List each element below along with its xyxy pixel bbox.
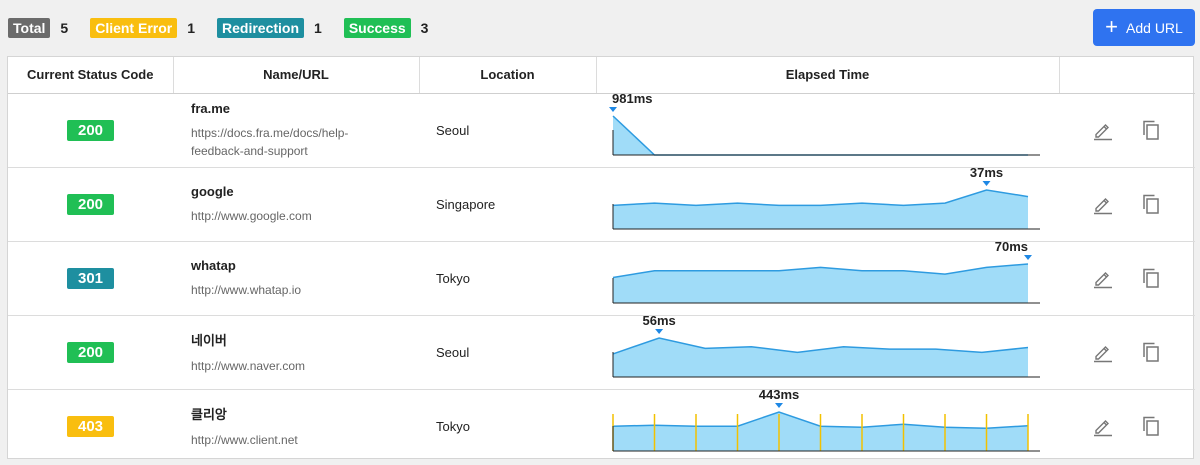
location-cell: Tokyo: [419, 241, 596, 316]
elapsed-area: [613, 263, 1028, 303]
status-code-badge: 403: [67, 415, 114, 437]
elapsed-time-cell: 37ms: [596, 167, 1059, 242]
peak-marker: [655, 328, 664, 334]
elapsed-line: [612, 114, 1028, 156]
actions-cell: [1059, 315, 1195, 390]
summary-count: 3: [420, 20, 429, 36]
copy-icon[interactable]: [1138, 117, 1164, 143]
peak-label: 37ms: [970, 168, 1003, 180]
header-name-url: Name/URL: [173, 57, 420, 94]
header-status-code: Current Status Code: [8, 57, 174, 94]
elapsed-time-chart: 37ms: [612, 168, 1040, 229]
table-row[interactable]: 200 google http://www.google.com Singapore 3…: [8, 167, 1195, 242]
elapsed-time-cell: 56ms: [596, 315, 1059, 390]
name-url-cell: whatap http://www.whatap.io: [173, 241, 419, 316]
copy-icon[interactable]: [1138, 339, 1164, 365]
copy-icon[interactable]: [1138, 265, 1164, 291]
elapsed-time-cell: 443ms: [596, 389, 1059, 463]
summary-badge-redirection: Redirection: [217, 18, 305, 38]
name-url-cell: google http://www.google.com: [173, 167, 419, 242]
location-cell: Singapore: [419, 167, 596, 242]
monitor-name: 네이버: [191, 332, 227, 348]
location-cell: Seoul: [419, 93, 596, 168]
add-url-label: Add URL: [1126, 19, 1183, 36]
elapsed-time-chart: 56ms: [612, 316, 1040, 377]
table-row[interactable]: 200 fra.me https://docs.fra.me/docs/help-f…: [8, 93, 1195, 168]
elapsed-time-cell: 70ms: [596, 241, 1059, 316]
header-actions: [1059, 57, 1195, 94]
monitor-url: http://www.client.net: [191, 432, 298, 447]
add-url-button[interactable]: + Add URL: [1093, 9, 1195, 46]
location-cell: Seoul: [419, 315, 596, 390]
edit-pencil-icon[interactable]: [1090, 117, 1116, 143]
table-header-row: Current Status Code Name/URL Location El…: [8, 57, 1195, 94]
table-row[interactable]: 200 네이버 http://www.naver.com Seoul 56ms: [8, 315, 1195, 390]
summary-badge-total: Total: [8, 18, 51, 38]
peak-marker: [1024, 254, 1032, 260]
copy-icon[interactable]: [1138, 191, 1164, 217]
header-location: Location: [419, 57, 597, 94]
peak-label: 443ms: [759, 390, 799, 402]
actions-cell: [1059, 167, 1195, 242]
peak-label: 981ms: [612, 94, 652, 106]
monitor-url: http://www.google.com: [191, 208, 312, 223]
status-code-cell: 301: [8, 241, 173, 316]
header-elapsed-time: Elapsed Time: [596, 57, 1060, 94]
elapsed-area: [613, 115, 1028, 155]
monitor-url: http://www.whatap.io: [191, 282, 302, 297]
edit-pencil-icon[interactable]: [1090, 265, 1116, 291]
status-code-badge: 200: [67, 119, 114, 141]
elapsed-time-chart: 981ms: [609, 94, 1040, 156]
peak-label: 70ms: [995, 242, 1028, 254]
actions-cell: [1059, 389, 1195, 463]
monitor-table: Current Status Code Name/URL Location El…: [7, 56, 1195, 459]
monitor-url: http://www.naver.com: [191, 358, 306, 373]
monitor-name: google: [191, 183, 234, 199]
edit-pencil-icon[interactable]: [1090, 191, 1116, 217]
name-url-cell: 클리앙 http://www.client.net: [173, 389, 419, 463]
actions-cell: [1059, 93, 1195, 168]
elapsed-area: [613, 337, 1028, 377]
summary-count: 1: [314, 20, 322, 36]
status-code-cell: 200: [8, 167, 173, 242]
name-url-cell: 네이버 http://www.naver.com: [173, 315, 419, 390]
summary-badge-success: Success: [343, 18, 411, 38]
monitor-name: 클리앙: [191, 406, 227, 422]
table-row[interactable]: 403 클리앙 http://www.client.net Tokyo 443ms: [8, 389, 1195, 463]
table-row[interactable]: 301 whatap http://www.whatap.io Tokyo 70ms: [8, 241, 1195, 316]
monitor-url: https://docs.fra.me/docs/help-feedback-a…: [191, 125, 349, 158]
elapsed-time-chart: 443ms: [612, 390, 1040, 451]
peak-marker: [775, 402, 783, 408]
name-url-cell: fra.me https://docs.fra.me/docs/help-feed…: [173, 93, 419, 168]
status-code-cell: 200: [8, 315, 173, 390]
peak-marker: [609, 106, 617, 112]
status-code-badge: 200: [67, 193, 114, 215]
summary-count: 5: [60, 20, 69, 36]
status-code-cell: 403: [8, 389, 173, 463]
actions-cell: [1059, 241, 1195, 316]
status-code-badge: 200: [67, 341, 114, 363]
plus-icon: +: [1105, 13, 1119, 39]
edit-pencil-icon[interactable]: [1090, 339, 1116, 365]
peak-marker: [982, 180, 991, 186]
summary-badge-client-error: Client Error: [90, 18, 178, 38]
elapsed-time-chart: 70ms: [612, 242, 1040, 303]
status-summary: Total 5 Client Error 1 Redirection 1 Success 3: [8, 17, 450, 39]
status-code-cell: 200: [8, 93, 173, 168]
copy-icon[interactable]: [1138, 413, 1164, 439]
peak-label: 56ms: [642, 316, 675, 328]
status-code-badge: 301: [67, 267, 114, 289]
location-cell: Tokyo: [436, 418, 470, 434]
monitor-name: fra.me: [191, 100, 231, 116]
elapsed-time-cell: 981ms: [596, 93, 1059, 168]
edit-pencil-icon[interactable]: [1090, 413, 1116, 439]
summary-count: 1: [187, 20, 196, 36]
monitor-name: whatap: [191, 257, 236, 273]
